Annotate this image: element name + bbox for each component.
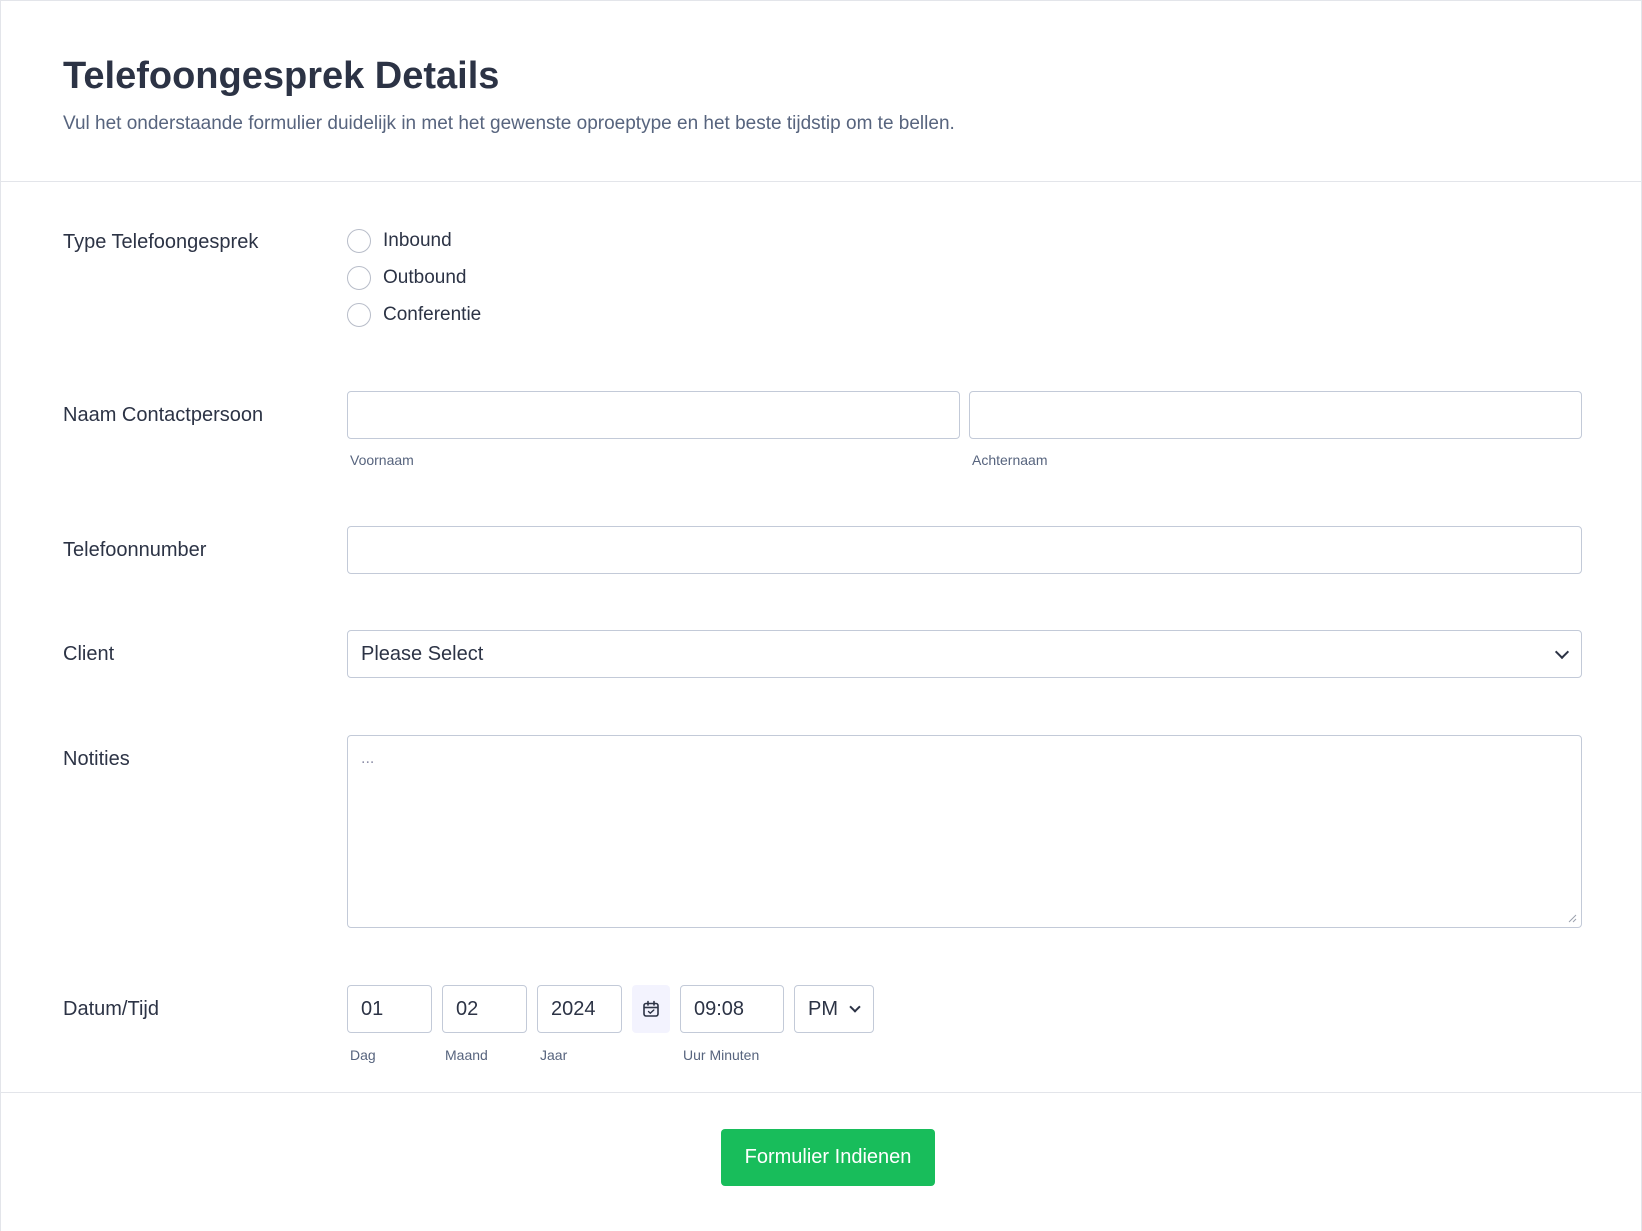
radio-option-conferentie[interactable]: Conferentie: [347, 296, 481, 333]
last-name-sublabel: Achternaam: [972, 452, 1048, 468]
notes-textarea[interactable]: ...: [347, 735, 1582, 928]
radio-label-outbound[interactable]: Outbound: [383, 267, 466, 289]
chevron-down-icon: [1554, 644, 1570, 660]
resize-grip-icon[interactable]: [1567, 913, 1577, 923]
year-sublabel: Jaar: [540, 1047, 568, 1063]
client-select-value: Please Select: [361, 642, 484, 665]
call-type-label: Type Telefoongesprek: [63, 231, 259, 253]
submit-button[interactable]: Formulier Indienen: [721, 1129, 935, 1186]
form-header: Telefoongesprek Details Vul het ondersta…: [1, 1, 1641, 182]
datetime-label: Datum/Tijd: [63, 998, 159, 1020]
chevron-down-icon: [849, 1001, 861, 1013]
day-sublabel: Dag: [350, 1047, 376, 1063]
ampm-select-value: PM: [808, 997, 838, 1020]
year-input[interactable]: 2024: [537, 985, 622, 1033]
radio-button-conferentie[interactable]: [347, 302, 371, 327]
radio-option-inbound[interactable]: Inbound: [347, 222, 481, 259]
radio-option-outbound[interactable]: Outbound: [347, 259, 481, 296]
calendar-button[interactable]: [632, 985, 670, 1033]
first-name-sublabel: Voornaam: [350, 452, 414, 468]
client-select[interactable]: Please Select: [347, 630, 1582, 678]
first-name-input[interactable]: [347, 391, 960, 439]
day-input[interactable]: 01: [347, 985, 432, 1033]
notes-label: Notities: [63, 748, 130, 770]
call-type-radio-group: Inbound Outbound Conferentie: [347, 222, 481, 333]
radio-label-inbound[interactable]: Inbound: [383, 230, 452, 252]
month-input[interactable]: 02: [442, 985, 527, 1033]
radio-button-inbound[interactable]: [347, 228, 371, 253]
calendar-icon: [643, 1000, 659, 1017]
ampm-select[interactable]: PM: [794, 985, 874, 1033]
phone-input[interactable]: [347, 526, 1582, 574]
phone-label: Telefoonnumber: [63, 539, 207, 561]
month-sublabel: Maand: [445, 1047, 488, 1063]
contact-name-label: Naam Contactpersoon: [63, 404, 264, 426]
time-input[interactable]: 09:08: [680, 985, 784, 1033]
page-subtitle: Vul het onderstaande formulier duidelijk…: [63, 113, 955, 134]
form-page: Telefoongesprek Details Vul het ondersta…: [0, 0, 1642, 1231]
client-label: Client: [63, 643, 115, 665]
time-sublabel: Uur Minuten: [683, 1047, 760, 1063]
last-name-input[interactable]: [969, 391, 1582, 439]
form-footer: Formulier Indienen: [1, 1092, 1641, 1231]
radio-button-outbound[interactable]: [347, 265, 371, 290]
page-title: Telefoongesprek Details: [63, 55, 500, 97]
radio-label-conferentie[interactable]: Conferentie: [383, 304, 481, 326]
notes-placeholder: ...: [361, 750, 375, 767]
